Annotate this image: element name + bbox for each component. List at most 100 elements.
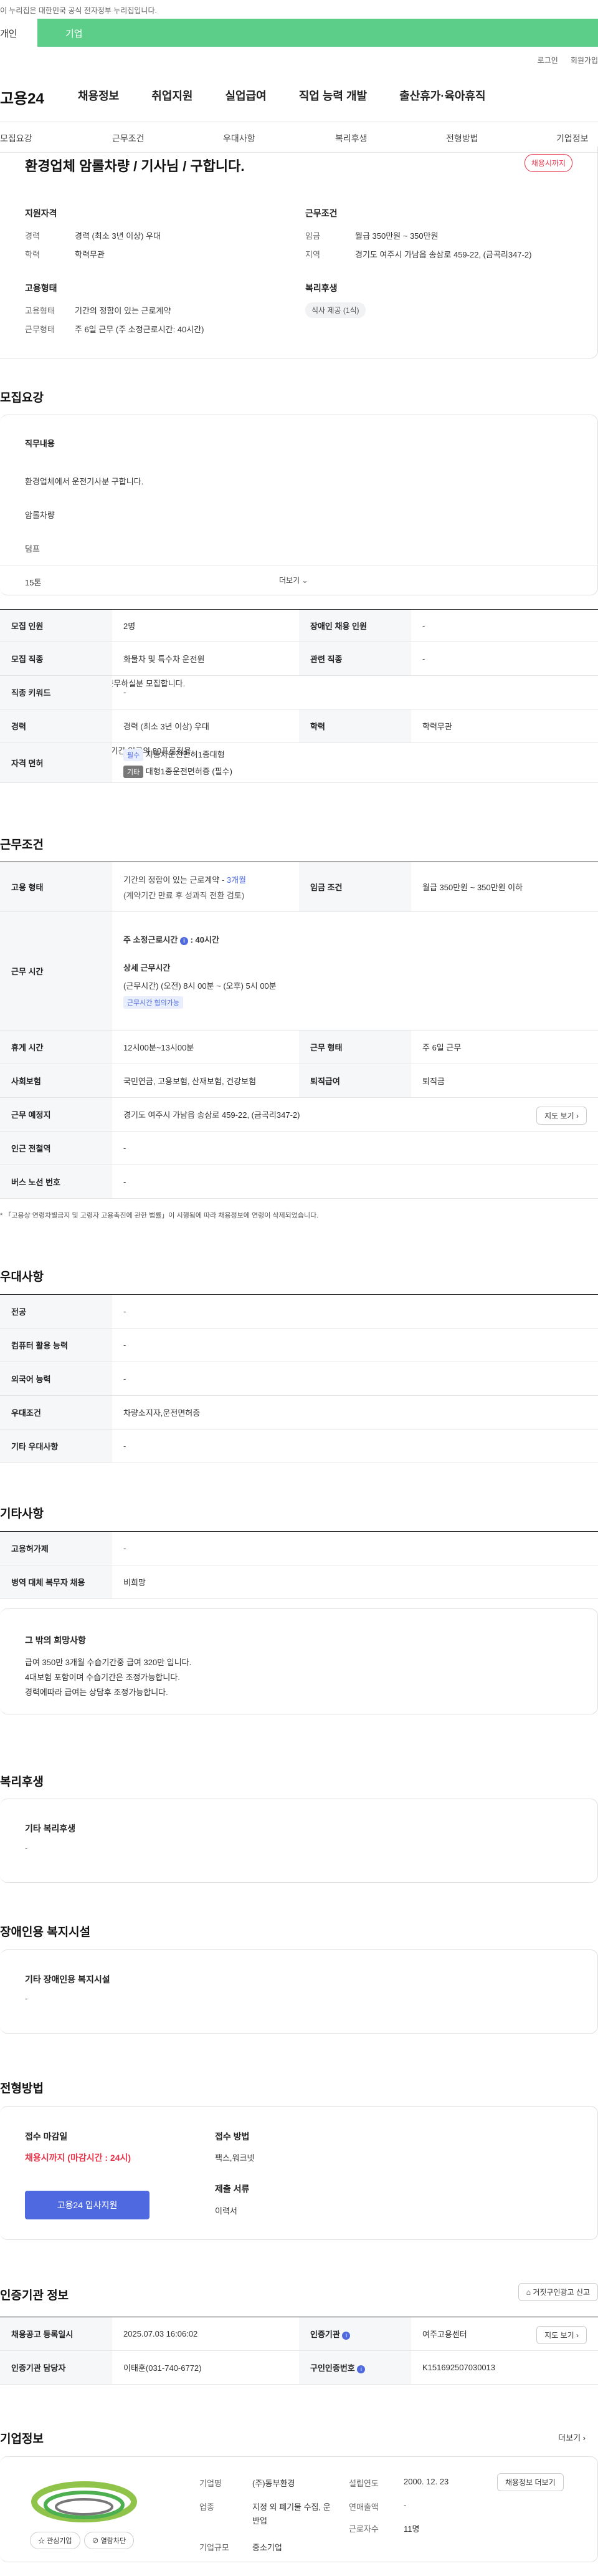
hope-text: 급여 350만 3개월 수습기간중 급여 320만 입니다. 4대보험 포함이며…	[25, 1655, 191, 1700]
company-more-link[interactable]: 더보기 ›	[558, 2431, 586, 2443]
row-value: K151692507030013	[411, 2350, 598, 2385]
row-label: 경력	[0, 709, 112, 743]
cert-table: 채용공고 등록일시 2025.07.03 16:06:02 인증기관 i 여주고용센터…	[0, 2317, 598, 2385]
job-desc-box: 직무내용 환경업체에서 운전기사분 구합니다. 암롤차량 덤프 15톤 24톤 …	[0, 415, 598, 756]
nav-benefit[interactable]: 실업급여	[225, 87, 267, 103]
emp-note: (계약기간 만료 후 성과직 전환 검토)	[123, 890, 245, 900]
row-value: -	[112, 1131, 598, 1165]
hours-detail-title: 상세 근무시간	[123, 963, 171, 973]
subnav-process[interactable]: 전형방법	[446, 132, 478, 145]
block-label: 열람차단	[100, 2537, 126, 2545]
tab-personal[interactable]: 개인	[0, 19, 37, 47]
row-value: 2025.07.03 16:06:02	[112, 2317, 299, 2351]
founded-year: 2000. 12. 23	[404, 2477, 449, 2486]
company-box: ☆ 관심기업 ⊘ 열람차단 기업명 (주)동부환경 업종 지정 외 폐기물 수집…	[0, 2456, 598, 2562]
year-label: 설립연도	[349, 2479, 379, 2488]
disab-heading: 장애인용 복지시설	[0, 1926, 91, 1939]
subnav-recruit[interactable]: 모집요강	[0, 132, 32, 145]
nav-training[interactable]: 직업 능력 개발	[299, 87, 367, 103]
info-icon[interactable]: i	[357, 2365, 366, 2373]
row-value: 화물차 및 특수차 운전원	[112, 642, 299, 676]
place-value: 경기도 여주시 가남읍 송삼로 459-22, (금곡리347-2) 지도 보기 …	[112, 1097, 598, 1132]
row-value: -	[112, 1531, 598, 1565]
table-row: 기타 우대사항 -	[0, 1429, 598, 1463]
subnav-work[interactable]: 근무조건	[112, 132, 145, 145]
row-label: 기타 우대사항	[0, 1429, 112, 1463]
subnav-pref[interactable]: 우대사항	[223, 132, 255, 145]
job-title: 환경업체 암롤차량 / 기사님 / 구합니다.	[25, 158, 245, 174]
desc-line: 15톤	[25, 578, 42, 587]
subnav-welfare[interactable]: 복리후생	[335, 132, 368, 145]
row-value: 주 6일 근무	[411, 1030, 598, 1064]
benefit-box: 기타 복리후생 -	[0, 1799, 598, 1883]
company-logo	[31, 2471, 137, 2539]
nav-jobs[interactable]: 채용정보	[78, 87, 119, 103]
nav-leave[interactable]: 출산휴가·육아휴직	[399, 87, 485, 103]
license-name: 대형1종운전면허증 (필수)	[145, 766, 232, 776]
fav-button[interactable]: ☆ 관심기업	[30, 2532, 80, 2549]
table-row: 병역 대체 복무자 채용 비희망	[0, 1565, 598, 1599]
row-value: -	[411, 642, 598, 676]
row-label: 고용허가제	[0, 1531, 112, 1565]
desc-line: 덤프	[25, 544, 40, 554]
qual-label-edu: 학력	[25, 250, 40, 259]
qual-title: 지원자격	[25, 208, 57, 218]
table-row: 직종 키워드 -	[0, 675, 598, 709]
company-jobs-button[interactable]: 채용정보 더보기	[497, 2473, 564, 2491]
report-button[interactable]: ⌂ 거짓구인광고 신고	[518, 2283, 598, 2301]
site-tabs: 개인 기업	[0, 19, 598, 47]
subnav-company[interactable]: 기업정보	[556, 132, 589, 145]
row-value: 퇴직금	[411, 1064, 598, 1098]
row-value: -	[112, 675, 598, 709]
table-row: 외국어 능력 -	[0, 1362, 598, 1396]
table-row: 근무 시간 주 소정근로시간 i : 40시간 상세 근무시간 (근무시간) (…	[0, 911, 598, 1031]
disab-sub: 기타 장애인용 복지시설	[25, 1974, 110, 1984]
age-footnote: * 「고용상 연령차별금지 및 고령자 고용촉진에 관한 법률」이 시행됨에 따…	[0, 1212, 319, 1219]
emp-label-type: 고용형태	[25, 306, 55, 315]
hope-line: 4대보험 포함이며 수습기간은 조정가능합니다.	[25, 1673, 180, 1682]
table-row: 근무 예정지 경기도 여주시 가남읍 송삼로 459-22, (금곡리347-2)…	[0, 1097, 598, 1132]
map-button[interactable]: 지도 보기 ›	[536, 1107, 587, 1125]
recruit-heading: 모집요강	[0, 392, 44, 405]
table-row: 모집 인원 2명 장애인 채용 인원 -	[0, 609, 598, 642]
row-value: -	[112, 1429, 598, 1463]
block-button[interactable]: ⊘ 열람차단	[83, 2532, 135, 2549]
info-icon[interactable]: i	[179, 937, 188, 945]
cond-region: 경기도 여주시 가남읍 송삼로 459-22, (금곡리347-2)	[355, 250, 532, 259]
cond-wage: 월급 350만원 ~ 350만원	[355, 231, 439, 241]
login-link[interactable]: 로그인	[538, 56, 558, 65]
table-row: 경력 경력 (최소 3년 이상) 우대 학력 학력무관	[0, 709, 598, 743]
benefit-heading: 복리후생	[0, 1776, 44, 1789]
row-label: 모집 인원	[0, 609, 112, 642]
welfare-title: 복리후생	[305, 283, 338, 293]
row-label: 직종 키워드	[0, 675, 112, 709]
nav-support[interactable]: 취업지원	[151, 87, 192, 103]
row-label: 근무 시간	[0, 911, 112, 1031]
industry: 지정 외 폐기물 수집, 운반업	[252, 2502, 331, 2526]
info-icon[interactable]: i	[342, 2332, 351, 2340]
employees: 11명	[404, 2524, 420, 2534]
status-badge: 채용시까지	[524, 154, 572, 172]
row-value: 차량소지자,운전면허증	[112, 1395, 598, 1430]
apply-button[interactable]: 고용24 입사지원	[25, 2191, 150, 2219]
tab-business[interactable]: 기업	[37, 19, 598, 47]
disab-val: -	[25, 1994, 28, 2003]
signup-link[interactable]: 회원가입	[571, 56, 598, 65]
deadline-value: 채용시까지 (마감시간 : 24시)	[25, 2153, 131, 2163]
process-box: 접수 마감일 채용시까지 (마감시간 : 24시) 고용24 입사지원 접수 방…	[0, 2106, 598, 2240]
row-label: 퇴직급여	[299, 1064, 411, 1098]
cond-title: 근무조건	[305, 208, 338, 218]
row-value: -	[112, 1328, 598, 1362]
map-button[interactable]: 지도 보기 ›	[536, 2326, 587, 2344]
row-label: 인증기관 i	[299, 2317, 411, 2351]
docs-value: 이력서	[215, 2206, 237, 2216]
site-logo[interactable]: 고용24	[0, 86, 44, 108]
row-label-text: 구인인증번호	[310, 2363, 355, 2373]
row-label: 외국어 능력	[0, 1362, 112, 1396]
more-button[interactable]: 더보기 ⌄	[279, 575, 308, 585]
process-heading: 전형방법	[0, 2082, 44, 2095]
hope-line: 경력에따라 급여는 상담후 조정가능합니다.	[25, 1688, 168, 1697]
sales: -	[404, 2501, 407, 2510]
license-name: 자동차운전면허1종대형	[145, 749, 225, 759]
cond-label-region: 지역	[305, 250, 320, 259]
